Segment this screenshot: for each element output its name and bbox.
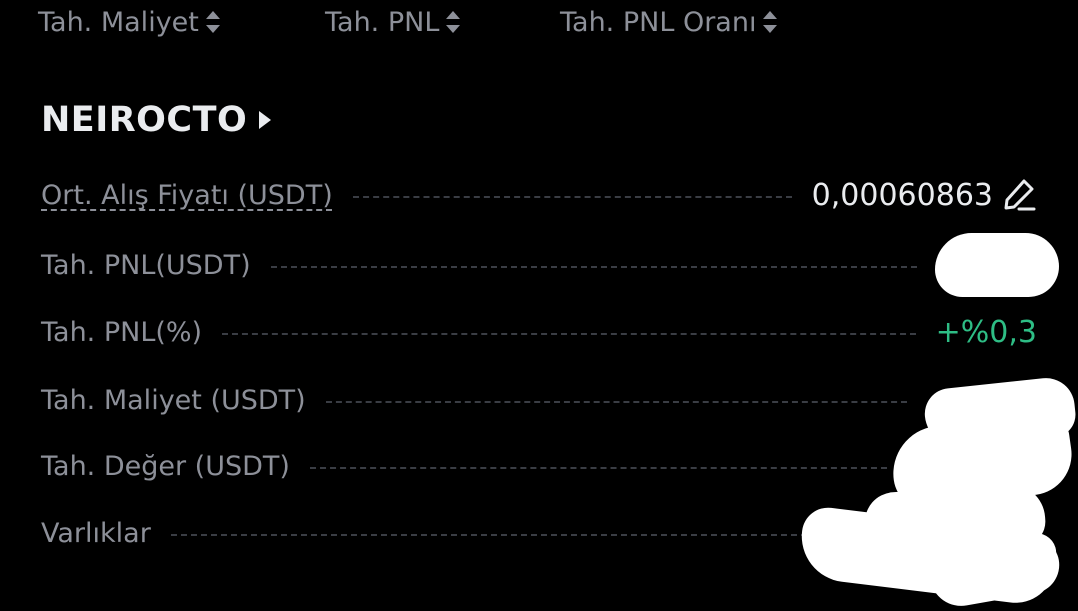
sort-estimated-cost[interactable]: Tah. Maliyet [38, 4, 221, 40]
average-buy-price-value-wrap: 0,00060863 [812, 177, 1037, 213]
sort-header: Tah. Maliyet Tah. PNL Tah. PNL Oranı [0, 0, 1078, 48]
row-leader-dots [352, 196, 792, 198]
holdings-label: Varlıklar [41, 517, 151, 549]
row-leader-dots [270, 266, 917, 268]
sort-estimated-pnl-label: Tah. PNL [325, 6, 440, 38]
symbol-name: NEIROCTO [41, 100, 248, 140]
row-estimated-pnl-usdt: Tah. PNL(USDT) [41, 245, 1037, 285]
edit-pencil-icon[interactable] [1001, 177, 1037, 213]
caret-right-icon[interactable] [257, 108, 273, 132]
redaction-scribble [935, 233, 1059, 297]
row-leader-dots [325, 401, 907, 403]
symbol-title[interactable]: NEIROCTO [41, 100, 273, 140]
row-estimated-cost: Tah. Maliyet (USDT) [41, 380, 1037, 420]
sort-arrows-icon[interactable] [205, 9, 221, 35]
row-leader-dots [170, 534, 807, 536]
row-average-buy-price: Ort. Alış Fiyatı (USDT) 0,00060863 [41, 175, 1037, 215]
sort-estimated-cost-label: Tah. Maliyet [38, 6, 199, 38]
row-leader-dots [309, 467, 887, 469]
average-buy-price-value: 0,00060863 [811, 177, 993, 213]
row-estimated-pnl-percent: Tah. PNL(%) +%0,3 [41, 312, 1037, 352]
sort-arrows-icon[interactable] [445, 9, 461, 35]
estimated-cost-label: Tah. Maliyet (USDT) [41, 384, 306, 416]
average-buy-price-label[interactable]: Ort. Alış Fiyatı (USDT) [41, 180, 333, 211]
estimated-pnl-percent-value: +%0,3 [935, 314, 1037, 350]
estimated-value-label: Tah. Değer (USDT) [41, 450, 290, 482]
sort-arrows-icon[interactable] [762, 9, 778, 35]
row-estimated-value: Tah. Değer (USDT) [41, 446, 1037, 486]
estimated-pnl-usdt-label: Tah. PNL(USDT) [41, 249, 251, 281]
row-leader-dots [222, 333, 916, 335]
sort-estimated-pnl-rate-label: Tah. PNL Oranı [560, 6, 757, 38]
estimated-pnl-percent-label: Tah. PNL(%) [41, 316, 203, 348]
sort-estimated-pnl[interactable]: Tah. PNL [325, 4, 461, 40]
sort-estimated-pnl-rate[interactable]: Tah. PNL Oranı [560, 4, 778, 40]
